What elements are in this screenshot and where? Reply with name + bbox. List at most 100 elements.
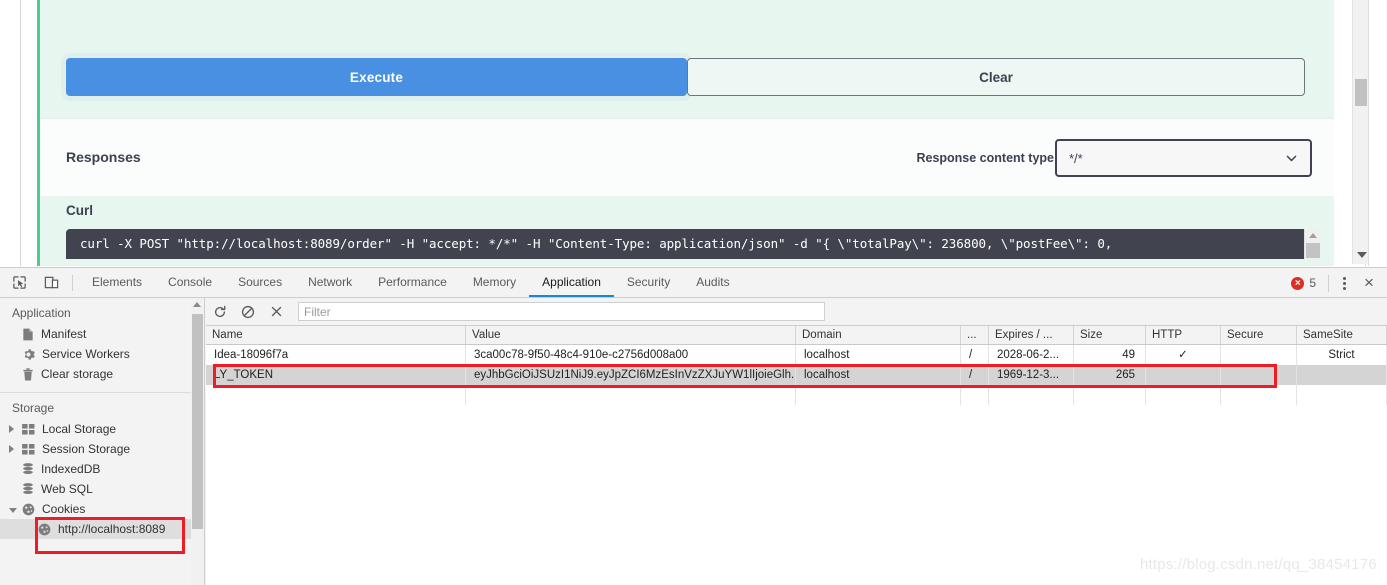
more-options-icon[interactable] bbox=[1333, 276, 1355, 290]
devtools-toolbar: Elements Console Sources Network Perform… bbox=[0, 268, 1387, 298]
cell-http: ✓ bbox=[1146, 345, 1221, 365]
error-icon: × bbox=[1291, 276, 1305, 290]
sidebar-item-label: Clear storage bbox=[41, 367, 114, 381]
grid-icon bbox=[22, 423, 35, 435]
clear-all-cookies-icon[interactable] bbox=[234, 299, 262, 325]
sidebar-scrollbar-thumb[interactable] bbox=[192, 314, 203, 529]
chevron-down-icon[interactable] bbox=[9, 507, 17, 513]
tab-application[interactable]: Application bbox=[529, 268, 614, 297]
filter-input[interactable]: Filter bbox=[298, 302, 825, 321]
tab-memory[interactable]: Memory bbox=[460, 268, 529, 297]
cell-domain: localhost bbox=[796, 345, 961, 365]
delete-cookie-icon[interactable] bbox=[262, 299, 290, 325]
column-header-size[interactable]: Size bbox=[1074, 326, 1146, 344]
response-content-type-select[interactable]: */* bbox=[1055, 139, 1312, 177]
column-header-samesite[interactable]: SameSite bbox=[1297, 326, 1387, 344]
scrollbar-thumb[interactable] bbox=[1306, 243, 1320, 258]
swagger-ui-panel: Execute Clear Responses Response content… bbox=[0, 0, 1387, 267]
column-header-path[interactable]: ... bbox=[961, 326, 989, 344]
tab-console[interactable]: Console bbox=[155, 268, 225, 297]
page-right-edge bbox=[1368, 0, 1387, 266]
column-header-secure[interactable]: Secure bbox=[1221, 326, 1297, 344]
devtools-panel: Elements Console Sources Network Perform… bbox=[0, 267, 1387, 585]
page-scrollbar[interactable] bbox=[1352, 0, 1368, 264]
chevron-right-icon[interactable] bbox=[9, 425, 14, 433]
chevron-right-icon[interactable] bbox=[9, 445, 14, 453]
cell-samesite: Strict bbox=[1297, 345, 1387, 365]
table-row[interactable]: Idea-18096f7a 3ca00c78-9f50-48c4-910e-c2… bbox=[206, 345, 1387, 365]
sidebar-item-label: Cookies bbox=[42, 502, 86, 516]
sidebar-item-clear-storage[interactable]: Clear storage bbox=[0, 364, 204, 384]
sidebar-item-indexeddb[interactable]: IndexedDB bbox=[0, 459, 204, 479]
device-toolbar-icon[interactable] bbox=[38, 272, 64, 294]
curl-section: Curl curl -X POST "http://localhost:8089… bbox=[40, 196, 1334, 266]
database-icon bbox=[22, 462, 34, 476]
close-devtools-icon[interactable]: × bbox=[1355, 273, 1383, 293]
cookie-icon bbox=[22, 503, 35, 516]
cell-domain: localhost bbox=[796, 365, 961, 385]
table-header-row: Name Value Domain ... Expires / ... Size… bbox=[206, 326, 1387, 345]
tab-elements[interactable]: Elements bbox=[79, 268, 155, 297]
sidebar-item-label: Manifest bbox=[41, 327, 87, 341]
execute-button[interactable]: Execute bbox=[66, 58, 687, 96]
sidebar-scrollbar[interactable] bbox=[191, 298, 204, 585]
curl-code-block[interactable]: curl -X POST "http://localhost:8089/orde… bbox=[66, 229, 1304, 259]
cell-expires: 2028-06-2... bbox=[989, 345, 1074, 365]
sidebar-item-cookies[interactable]: Cookies bbox=[0, 499, 204, 519]
column-header-http[interactable]: HTTP bbox=[1146, 326, 1221, 344]
scroll-down-arrow-icon[interactable] bbox=[1357, 252, 1367, 258]
sidebar-item-label: IndexedDB bbox=[41, 462, 101, 476]
cell-name: LY_TOKEN bbox=[206, 365, 466, 385]
sidebar-item-label: http://localhost:8089 bbox=[58, 522, 166, 536]
sidebar-item-session-storage[interactable]: Session Storage bbox=[0, 439, 204, 459]
sidebar-item-label: Web SQL bbox=[41, 482, 93, 496]
screenshot-root: Execute Clear Responses Response content… bbox=[0, 0, 1387, 585]
error-count: 5 bbox=[1309, 276, 1316, 290]
curl-command-text: curl -X POST "http://localhost:8089/orde… bbox=[80, 236, 1113, 251]
sidebar-item-web-sql[interactable]: Web SQL bbox=[0, 479, 204, 499]
tab-security[interactable]: Security bbox=[614, 268, 683, 297]
refresh-icon[interactable] bbox=[206, 299, 234, 325]
table-empty-row bbox=[206, 385, 1387, 405]
column-header-expires[interactable]: Expires / ... bbox=[989, 326, 1074, 344]
sidebar-item-label: Service Workers bbox=[42, 347, 130, 361]
column-header-name[interactable]: Name bbox=[206, 326, 466, 344]
cell-samesite bbox=[1297, 365, 1387, 385]
tab-network[interactable]: Network bbox=[295, 268, 365, 297]
trash-icon bbox=[22, 367, 34, 381]
database-icon bbox=[22, 482, 34, 496]
inspect-element-icon[interactable] bbox=[6, 272, 32, 294]
cell-expires: 1969-12-3... bbox=[989, 365, 1074, 385]
error-count-badge[interactable]: × 5 bbox=[1283, 276, 1324, 290]
cell-name: Idea-18096f7a bbox=[206, 345, 466, 365]
scroll-up-arrow-icon[interactable] bbox=[1309, 233, 1317, 238]
tab-sources[interactable]: Sources bbox=[225, 268, 295, 297]
cookies-table: Name Value Domain ... Expires / ... Size… bbox=[206, 326, 1387, 585]
cookie-icon bbox=[38, 523, 51, 536]
sidebar-item-manifest[interactable]: Manifest bbox=[0, 324, 204, 344]
cell-secure bbox=[1221, 345, 1297, 365]
sidebar-item-cookie-origin[interactable]: http://localhost:8089 bbox=[0, 519, 204, 539]
cell-path: / bbox=[961, 365, 989, 385]
cookies-toolbar: Filter bbox=[206, 298, 1387, 326]
column-header-value[interactable]: Value bbox=[466, 326, 796, 344]
tab-audits[interactable]: Audits bbox=[683, 268, 742, 297]
column-header-domain[interactable]: Domain bbox=[796, 326, 961, 344]
sidebar-item-service-workers[interactable]: Service Workers bbox=[0, 344, 204, 364]
cell-path: / bbox=[961, 345, 989, 365]
clear-button[interactable]: Clear bbox=[687, 58, 1305, 96]
scroll-up-arrow-icon[interactable] bbox=[193, 302, 201, 307]
sidebar-section-application: Application bbox=[12, 306, 71, 320]
grid-icon bbox=[22, 443, 35, 455]
curl-scrollbar[interactable] bbox=[1304, 229, 1320, 259]
table-row[interactable]: LY_TOKEN eyJhbGciOiJSUzI1NiJ9.eyJpZCI6Mz… bbox=[206, 365, 1387, 385]
curl-title: Curl bbox=[66, 203, 93, 218]
tab-performance[interactable]: Performance bbox=[365, 268, 460, 297]
sidebar-item-label: Session Storage bbox=[42, 442, 131, 456]
cell-value: eyJhbGciOiJSUzI1NiJ9.eyJpZCI6MzEsInVzZXJ… bbox=[466, 365, 796, 385]
sidebar-item-local-storage[interactable]: Local Storage bbox=[0, 419, 204, 439]
page-scrollbar-thumb[interactable] bbox=[1355, 79, 1367, 106]
cell-size: 265 bbox=[1074, 365, 1146, 385]
cell-http bbox=[1146, 365, 1221, 385]
response-content-type-value: */* bbox=[1069, 150, 1083, 166]
